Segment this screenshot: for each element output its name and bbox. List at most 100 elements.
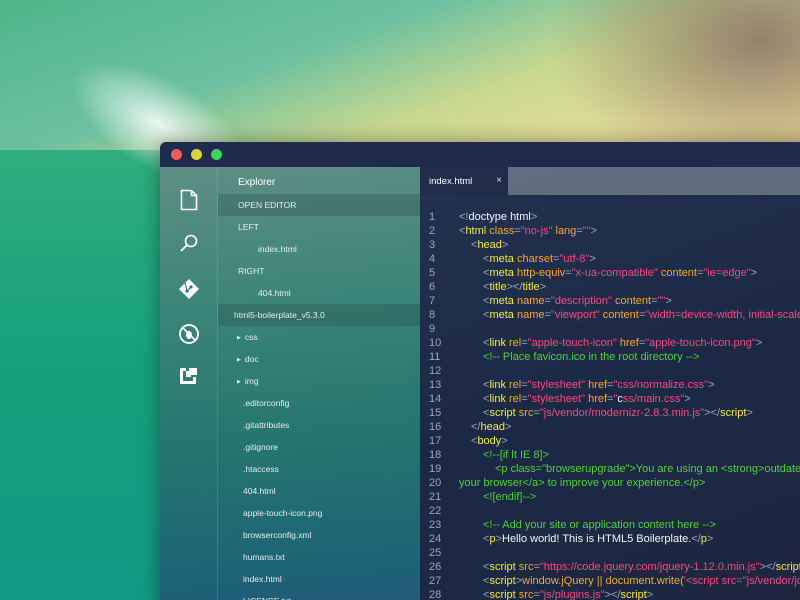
code-area[interactable]: 1 <!doctype html> 2 <html class="no-js" lan…	[420, 210, 800, 600]
line-number: 25	[429, 547, 442, 559]
code-token: >	[539, 281, 547, 293]
file-item[interactable]: index.html	[218, 568, 420, 590]
line-number: 26	[429, 561, 442, 573]
code-token: >	[589, 253, 596, 265]
line-source: <head>	[471, 238, 508, 252]
maximize-window-button[interactable]	[211, 149, 222, 160]
project-folder[interactable]: html5-boilerplate_v5.3.0	[218, 304, 420, 326]
line-number: 3	[429, 239, 436, 251]
line-source: <meta name="description" content="">	[483, 294, 672, 308]
code-token: ss/main.css"	[622, 393, 685, 405]
code-token: link	[489, 337, 506, 349]
open-editor-item[interactable]: index.html	[218, 238, 420, 260]
line-number: 8	[429, 309, 436, 321]
code-token: <!-- Add your site or application conten…	[483, 519, 716, 531]
code-token: ></	[604, 589, 621, 600]
tab-index-html[interactable]: index.html ×	[420, 167, 508, 195]
close-tab-icon[interactable]: ×	[496, 175, 502, 186]
code-line: 23 <!-- Add your site or application cont…	[420, 518, 800, 532]
line-source: <p class="browserupgrade">You are using …	[495, 462, 800, 476]
minimize-window-button[interactable]	[191, 149, 202, 160]
code-line: 6 <title></title>	[420, 280, 800, 294]
code-token: "js/vendor/modernizr-2.8.3.min.js"	[539, 407, 705, 419]
line-source: <body>	[471, 434, 508, 448]
git-icon[interactable]	[177, 277, 201, 301]
code-token: <p class="browserupgrade">You are using …	[495, 463, 800, 475]
folder-item[interactable]: ▶ doc	[218, 348, 420, 370]
folder-label: doc	[244, 354, 259, 364]
file-item[interactable]: apple-touch-icon.png	[218, 502, 420, 524]
code-line: 4 <meta charset="utf-8">	[420, 252, 800, 266]
file-item[interactable]: LICENSE.txt	[218, 590, 420, 600]
code-token: your browser</a> to improve your experie…	[459, 477, 706, 489]
code-token: name	[513, 295, 545, 307]
group-left-label: LEFT	[238, 222, 259, 232]
code-token: >	[501, 435, 508, 447]
code-token: script	[620, 589, 647, 600]
file-item[interactable]: humans.txt	[218, 546, 420, 568]
line-number: 27	[429, 575, 442, 587]
open-editor-section[interactable]: OPEN EDITOR	[218, 194, 420, 216]
file-item[interactable]: browserconfig.xml	[218, 524, 420, 546]
file-icon[interactable]	[177, 188, 201, 212]
code-token: meta	[489, 295, 514, 307]
line-number: 11	[429, 351, 441, 363]
code-token: "width=device-width, initial-scale=1"	[645, 309, 800, 321]
code-token: >	[504, 421, 512, 433]
close-window-button[interactable]	[171, 149, 182, 160]
code-token: rel	[505, 393, 522, 405]
line-source: <meta charset="utf-8">	[483, 252, 596, 266]
file-item[interactable]: .gitattributes	[218, 414, 420, 436]
code-token: script	[489, 575, 516, 587]
code-token: >	[590, 225, 597, 237]
code-token: >	[746, 407, 753, 419]
code-token: <!--[if lt IE 8]>	[483, 449, 550, 461]
code-token: script	[775, 561, 800, 573]
code-token: </	[691, 533, 701, 545]
code-token: "apple-touch-icon"	[527, 337, 617, 349]
line-number: 17	[429, 435, 442, 447]
explorer-panel: Explorer OPEN EDITOR LEFT index.html RIG…	[218, 167, 420, 600]
folder-label: css	[244, 332, 258, 342]
code-line: 7 <meta name="description" content="">	[420, 294, 800, 308]
code-line: 16 </head>	[420, 420, 800, 434]
code-token: "ie=edge"	[703, 267, 751, 279]
code-token: doctype html	[468, 211, 531, 223]
activity-bar	[160, 167, 218, 600]
code-token: content	[599, 309, 639, 321]
code-line: 19 <p class="browserupgrade">You are usin…	[420, 462, 800, 476]
code-token: "css/normalize.css"	[613, 379, 709, 391]
editor-window: Explorer OPEN EDITOR LEFT index.html RIG…	[160, 142, 800, 600]
code-token: title	[522, 281, 540, 293]
line-source: <html class="no-js" lang="">	[459, 224, 597, 238]
code-editor[interactable]: index.html × 1 <!doctype html> 2 <html class…	[420, 167, 800, 600]
file-item[interactable]: .editorconfig	[218, 392, 420, 414]
folder-item[interactable]: ▶ css	[218, 326, 420, 348]
file-item[interactable]: .htaccess	[218, 458, 420, 480]
file-item[interactable]: .gitignore	[218, 436, 420, 458]
folder-item[interactable]: ▶ img	[218, 370, 420, 392]
chevron-right-icon: ▶	[237, 334, 241, 341]
line-number: 2	[429, 225, 436, 237]
line-source: your browser</a> to improve your experie…	[459, 476, 705, 490]
code-token: name	[513, 309, 545, 321]
file-item[interactable]: 404.html	[218, 480, 420, 502]
code-token: <![endif]-->	[483, 491, 537, 503]
code-line: 15 <script src="js/vendor/modernizr-2.8.3…	[420, 406, 800, 420]
code-token: html	[465, 225, 487, 237]
explorer-title: Explorer	[238, 177, 276, 188]
code-line: 21 <![endif]-->	[420, 490, 800, 504]
open-editor-item[interactable]: 404.html	[218, 282, 420, 304]
code-token: charset	[513, 253, 554, 265]
line-source: <!-- Place favicon.ico in the root direc…	[483, 350, 699, 364]
search-icon[interactable]	[177, 231, 201, 255]
line-source: <p>Hello world! This is HTML5 Boilerplat…	[483, 532, 713, 546]
line-number: 21	[429, 491, 442, 503]
debug-icon[interactable]	[177, 322, 201, 346]
code-token: ""	[582, 225, 591, 237]
line-number: 18	[429, 449, 442, 461]
code-line: 17 <body>	[420, 434, 800, 448]
extensions-icon[interactable]	[177, 364, 201, 388]
line-number: 20	[429, 477, 442, 489]
code-line: 9	[420, 322, 800, 336]
